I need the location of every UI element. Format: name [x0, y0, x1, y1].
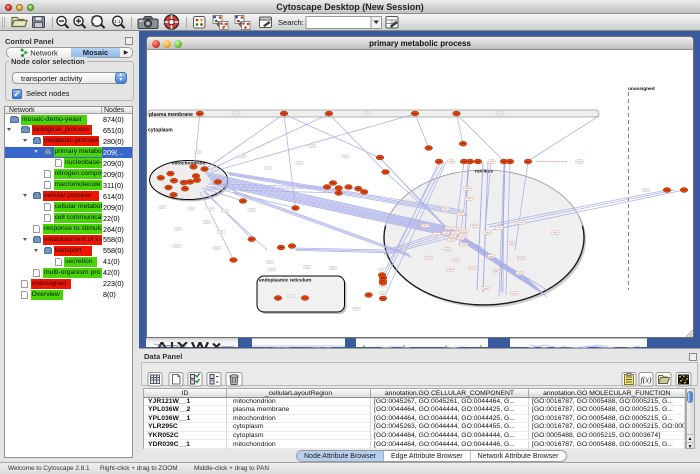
svg-text:cytoplasm: cytoplasm: [148, 128, 173, 134]
svg-text:Search:: Search:: [278, 18, 304, 27]
svg-text:mitochondrion: mitochondrion: [172, 161, 206, 167]
svg-text:f(x): f(x): [640, 375, 651, 384]
svg-text:plasma membrane: plasma membrane: [149, 112, 193, 118]
svg-text:unassigned: unassigned: [628, 86, 655, 92]
svg-text:endoplasmic reticulum: endoplasmic reticulum: [259, 278, 311, 284]
svg-text:1:1: 1:1: [114, 19, 121, 24]
